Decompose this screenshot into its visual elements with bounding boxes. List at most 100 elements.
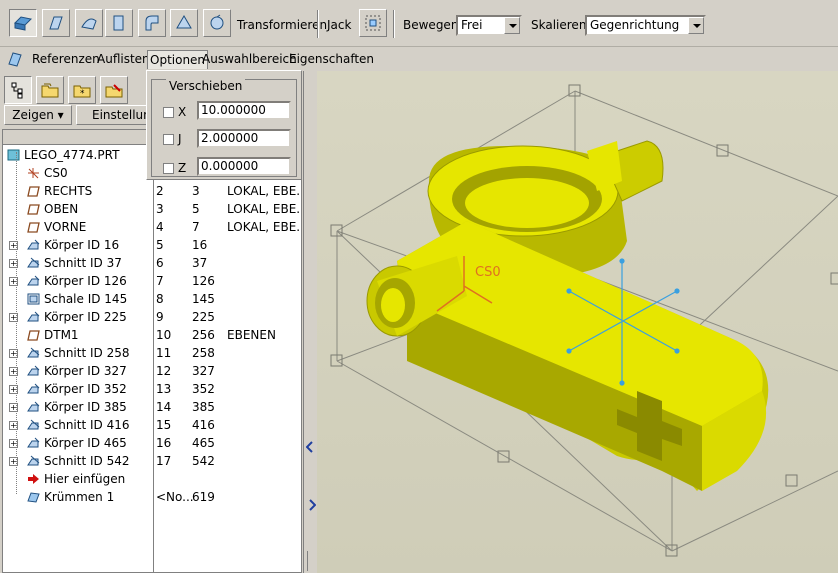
- options-panel: Verschieben X 10.000000 J 2.000000 Z 0.0…: [146, 70, 302, 180]
- tree-row[interactable]: OBEN 3 5 LOKAL, EBE...: [3, 200, 301, 218]
- tree-row[interactable]: + Schnitt ID 258 11 258: [3, 344, 301, 362]
- dashboard-tab-row: Referenzen Auflisten Optionen Auswahlber…: [0, 47, 838, 71]
- tree-item-label: RECHTS: [44, 184, 93, 198]
- tree-cell-feature-number: 14: [156, 400, 172, 414]
- tree-row[interactable]: Krümmen 1 <No... 619: [3, 488, 301, 506]
- part-icon: [7, 149, 20, 161]
- jack-label[interactable]: Jack: [327, 18, 351, 32]
- x-checkbox[interactable]: [163, 107, 174, 118]
- move-mode-value: Frei: [461, 18, 483, 32]
- model-tree-icon[interactable]: [4, 76, 32, 104]
- j-offset-field[interactable]: 2.000000: [197, 129, 291, 148]
- tree-row[interactable]: + Schnitt ID 416 15 416: [3, 416, 301, 434]
- translate-move-icon[interactable]: [9, 9, 37, 37]
- tree-cell-feature-number: 8: [156, 292, 164, 306]
- tree-cell-feature-number: 13: [156, 382, 172, 396]
- show-menu-button[interactable]: Zeigen ▾: [4, 105, 72, 125]
- cut-icon: [27, 419, 40, 430]
- tree-cell-layer: EBENEN: [227, 328, 276, 342]
- move-mode-select[interactable]: Frei: [456, 15, 522, 36]
- tree-cell-feature-number: 3: [156, 202, 164, 216]
- favorites-icon[interactable]: *: [68, 76, 96, 104]
- tree-item-label: Schnitt ID 37: [44, 256, 122, 270]
- tree-cell-feature-id: 7: [192, 220, 200, 234]
- tree-cell-layer: LOKAL, EBE...: [227, 184, 302, 198]
- shell-icon: [27, 293, 40, 305]
- tree-cell-layer: LOKAL, EBE...: [227, 220, 302, 234]
- tree-cell-feature-id: 385: [192, 400, 215, 414]
- tree-cell-feature-id: 3: [192, 184, 200, 198]
- tree-row[interactable]: + Körper ID 126 7 126: [3, 272, 301, 290]
- curve-move-icon[interactable]: [138, 9, 166, 37]
- tree-row[interactable]: VORNE 4 7 LOKAL, EBE...: [3, 218, 301, 236]
- x-axis-label: X: [178, 105, 187, 119]
- tree-connector: [16, 152, 17, 494]
- expand-right-icon[interactable]: [308, 499, 316, 511]
- model-3d-view[interactable]: CS0: [317, 71, 838, 573]
- z-checkbox[interactable]: [163, 163, 174, 174]
- tab-references[interactable]: Referenzen: [30, 50, 102, 68]
- settings-menu-button[interactable]: Einstellung: [76, 105, 148, 125]
- splitter-grip: [307, 551, 314, 571]
- tree-row[interactable]: + Körper ID 327 12 327: [3, 362, 301, 380]
- tree-row[interactable]: + Schnitt ID 542 17 542: [3, 452, 301, 470]
- tree-cell-feature-number: 2: [156, 184, 164, 198]
- panel-splitter[interactable]: [303, 71, 317, 573]
- folder-browser-icon[interactable]: [36, 76, 64, 104]
- tab-list[interactable]: Auflisten: [95, 50, 152, 68]
- tree-cell-feature-id: 416: [192, 418, 215, 432]
- tree-item-label: LEGO_4774.PRT: [24, 148, 120, 162]
- connections-icon[interactable]: [100, 76, 128, 104]
- x-offset-field[interactable]: 10.000000: [197, 101, 291, 120]
- tree-row[interactable]: + Körper ID 225 9 225: [3, 308, 301, 326]
- body-icon: [27, 365, 40, 376]
- tree-row[interactable]: + Schnitt ID 37 6 37: [3, 254, 301, 272]
- z-offset-field[interactable]: 0.000000: [197, 157, 291, 176]
- rotate-icon[interactable]: [42, 9, 70, 37]
- j-checkbox[interactable]: [163, 134, 174, 145]
- toolbar-separator: [317, 10, 319, 38]
- tree-row[interactable]: DTM1 10 256 EBENEN: [3, 326, 301, 344]
- tree-cell-feature-id: 126: [192, 274, 215, 288]
- transform-label[interactable]: Transformieren: [237, 18, 327, 32]
- cut-icon: [27, 257, 40, 268]
- tab-properties[interactable]: Eigenschaften: [287, 50, 376, 68]
- tree-item-label: Körper ID 225: [44, 310, 127, 324]
- model-tree[interactable]: LEGO_4774.PRT CS0 RECHTS 2 3 LOKAL, EBE... OBE…: [2, 129, 302, 573]
- drag-rotate-icon[interactable]: [203, 9, 231, 37]
- tree-cell-feature-number: 7: [156, 274, 164, 288]
- tree-item-label: Krümmen 1: [44, 490, 115, 504]
- edge-move-icon[interactable]: [170, 9, 198, 37]
- body-icon: [27, 383, 40, 394]
- datum-plane-icon: [27, 186, 40, 197]
- warp-feature-icon: [8, 52, 22, 67]
- normal-move-icon[interactable]: [75, 9, 103, 37]
- tree-row[interactable]: RECHTS 2 3 LOKAL, EBE...: [3, 182, 301, 200]
- tree-row[interactable]: + Körper ID 465 16 465: [3, 434, 301, 452]
- graphics-viewport[interactable]: CS0: [317, 71, 838, 573]
- tab-selection-area[interactable]: Auswahlbereich: [200, 50, 299, 68]
- tree-cell-feature-id: 327: [192, 364, 215, 378]
- plane-move-icon[interactable]: [105, 9, 133, 37]
- chevron-down-icon[interactable]: [688, 17, 704, 34]
- tree-item-label: Körper ID 16: [44, 238, 120, 252]
- body-icon: [27, 401, 40, 412]
- scale-mode-select[interactable]: Gegenrichtung: [585, 15, 706, 36]
- tree-cell-feature-id: 225: [192, 310, 215, 324]
- tree-row[interactable]: Schale ID 145 8 145: [3, 290, 301, 308]
- tree-cell-layer: LOKAL, EBE...: [227, 202, 302, 216]
- tree-row[interactable]: + Körper ID 352 13 352: [3, 380, 301, 398]
- tree-row[interactable]: + Körper ID 16 5 16: [3, 236, 301, 254]
- jack-dragger-icon[interactable]: [359, 9, 387, 37]
- tree-item-label: Schnitt ID 258: [44, 346, 130, 360]
- tree-row[interactable]: Hier einfügen: [3, 470, 301, 488]
- chevron-down-icon[interactable]: [504, 17, 520, 34]
- tree-cell-feature-id: 145: [192, 292, 215, 306]
- tab-options[interactable]: Optionen: [147, 50, 209, 69]
- tree-cell-feature-number: 4: [156, 220, 164, 234]
- collapse-left-icon[interactable]: [306, 441, 314, 453]
- tree-row[interactable]: + Körper ID 385 14 385: [3, 398, 301, 416]
- tree-cell-feature-id: 256: [192, 328, 215, 342]
- tree-item-label: VORNE: [44, 220, 87, 234]
- lego-part-model[interactable]: [366, 140, 769, 491]
